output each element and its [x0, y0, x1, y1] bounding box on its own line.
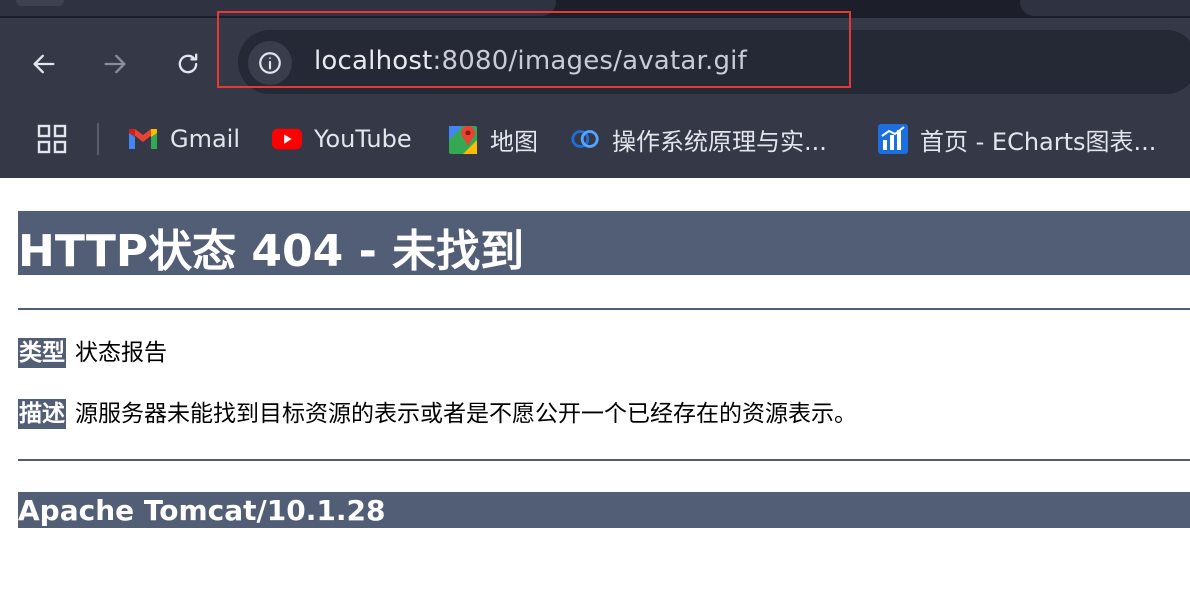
tab-strip	[0, 0, 1190, 18]
type-label: 类型	[18, 338, 66, 368]
reload-icon	[178, 53, 198, 74]
divider	[18, 308, 1190, 310]
description-label: 描述	[18, 399, 66, 429]
active-tab[interactable]	[0, 0, 556, 16]
server-footer-bar: Apache Tomcat/10.1.28	[18, 492, 1190, 528]
gmail-icon	[128, 124, 158, 154]
page-title: HTTP状态 404 - 未找到	[18, 226, 525, 277]
apps-button[interactable]	[36, 123, 68, 155]
youtube-icon	[272, 124, 302, 154]
bookmark-maps[interactable]: 地图	[448, 123, 538, 156]
back-button[interactable]	[26, 46, 62, 82]
tab-inner	[16, 0, 64, 6]
arrow-right-icon	[104, 54, 126, 74]
bookmark-label: YouTube	[314, 125, 412, 153]
description-value: 源服务器未能找到目标资源的表示或者是不愿公开一个已经存在的资源表示。	[75, 401, 857, 427]
bookmark-youtube[interactable]: YouTube	[272, 123, 412, 155]
bookmark-label: 操作系统原理与实...	[612, 127, 827, 156]
bookmark-gmail[interactable]: Gmail	[128, 123, 240, 155]
maps-icon	[448, 124, 478, 154]
page-title-bar: HTTP状态 404 - 未找到	[18, 211, 1190, 277]
apps-grid-icon	[37, 124, 67, 154]
echarts-icon	[878, 124, 908, 154]
bookmark-label: 地图	[490, 127, 538, 156]
bookmarks-bar: Gmail YouTube 地图 操作系统原理与实... 首页 - EChart…	[0, 113, 1190, 165]
url-text[interactable]: localhost:8080/images/avatar.gif	[314, 46, 747, 76]
site-info-button[interactable]	[248, 41, 292, 85]
type-value: 状态报告	[75, 340, 167, 366]
inactive-tab[interactable]	[1020, 0, 1190, 16]
reload-button[interactable]	[170, 46, 206, 82]
type-row: 类型 状态报告	[18, 338, 167, 368]
url-host: localhost	[314, 46, 433, 76]
forward-button[interactable]	[97, 46, 133, 82]
bookmark-label: 首页 - ECharts图表...	[920, 127, 1157, 156]
address-bar[interactable]: localhost:8080/images/avatar.gif	[238, 30, 1190, 94]
info-icon	[259, 52, 281, 74]
bookmark-os-course[interactable]: 操作系统原理与实...	[570, 123, 827, 156]
description-row: 描述 源服务器未能找到目标资源的表示或者是不愿公开一个已经存在的资源表示。	[18, 399, 857, 429]
browser-toolbar: localhost:8080/images/avatar.gif Gmail Y…	[0, 18, 1190, 178]
arrow-left-icon	[33, 54, 55, 74]
divider	[18, 459, 1190, 461]
course-icon	[570, 124, 600, 154]
bookmark-echarts[interactable]: 首页 - ECharts图表...	[878, 123, 1157, 156]
url-path: :8080/images/avatar.gif	[432, 46, 747, 76]
bookmarks-divider	[97, 123, 99, 155]
server-footer: Apache Tomcat/10.1.28	[18, 494, 386, 527]
bookmark-label: Gmail	[170, 125, 241, 153]
